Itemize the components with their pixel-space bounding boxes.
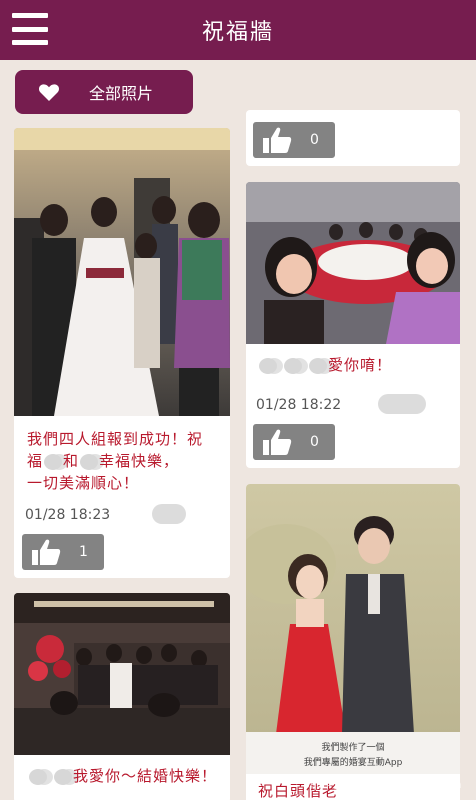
blessing-card[interactable]: 0 <box>246 110 460 166</box>
post-photo[interactable] <box>14 128 230 416</box>
like-count: 1 <box>79 544 88 560</box>
post-photo[interactable]: 我們製作了一個 我們專屬的婚宴互動App <box>246 484 460 774</box>
heart-icon <box>38 84 60 101</box>
thumbs-up-icon <box>263 429 292 455</box>
filter-label: 全部照片 <box>89 84 154 103</box>
blurred-name <box>54 768 72 785</box>
post-time: 01/28 18:23 <box>25 507 111 523</box>
blurred-name <box>309 357 327 374</box>
blessing-message: 我愛你～結婚快樂！ <box>28 765 224 787</box>
blurred-name <box>284 357 302 374</box>
like-button[interactable]: 0 <box>253 424 335 460</box>
thumbs-up-icon <box>263 127 292 153</box>
hamburger-menu-icon[interactable] <box>12 13 48 45</box>
poster-avatar <box>152 504 186 524</box>
page-title: 祝福牆 <box>201 20 274 45</box>
poster-avatar <box>378 394 426 414</box>
poster-caption-line-2: 我們專屬的婚宴互動App <box>304 756 403 768</box>
thumbs-up-icon <box>32 539 61 565</box>
poster-caption-line-1: 我們製作了一個 <box>321 741 384 753</box>
blessing-message: 我們四人組報到成功！祝 福和幸福快樂， 一切美滿順心！ <box>27 430 204 492</box>
post-photo[interactable] <box>246 182 460 344</box>
watermark: 卡菲卡愛旅行 ◎ kafkalin.com <box>299 778 462 791</box>
blessing-card[interactable]: 我們四人組報到成功！祝 福和幸福快樂， 一切美滿順心！ 01/28 18:23 … <box>14 128 230 578</box>
post-photo[interactable] <box>14 593 230 755</box>
blessing-card[interactable]: 我愛你～結婚快樂！ <box>14 593 230 800</box>
blessing-card[interactable]: 我們製作了一個 我們專屬的婚宴互動App 祝白頭偕老 <box>246 484 460 800</box>
blurred-name <box>80 453 99 470</box>
blessing-message: 愛你唷！ <box>258 354 454 376</box>
like-count: 0 <box>310 132 319 148</box>
blessing-card[interactable]: 愛你唷！ 01/28 18:22 0 <box>246 182 460 468</box>
blurred-name <box>29 768 47 785</box>
blurred-name <box>44 453 63 470</box>
like-count: 0 <box>310 434 319 450</box>
all-photos-filter-button[interactable]: 全部照片 <box>15 70 193 114</box>
like-button[interactable]: 1 <box>22 534 104 570</box>
post-time: 01/28 18:22 <box>256 397 342 413</box>
app-header: 祝福牆 <box>0 0 476 60</box>
blurred-name <box>259 357 277 374</box>
like-button[interactable]: 0 <box>253 122 335 158</box>
